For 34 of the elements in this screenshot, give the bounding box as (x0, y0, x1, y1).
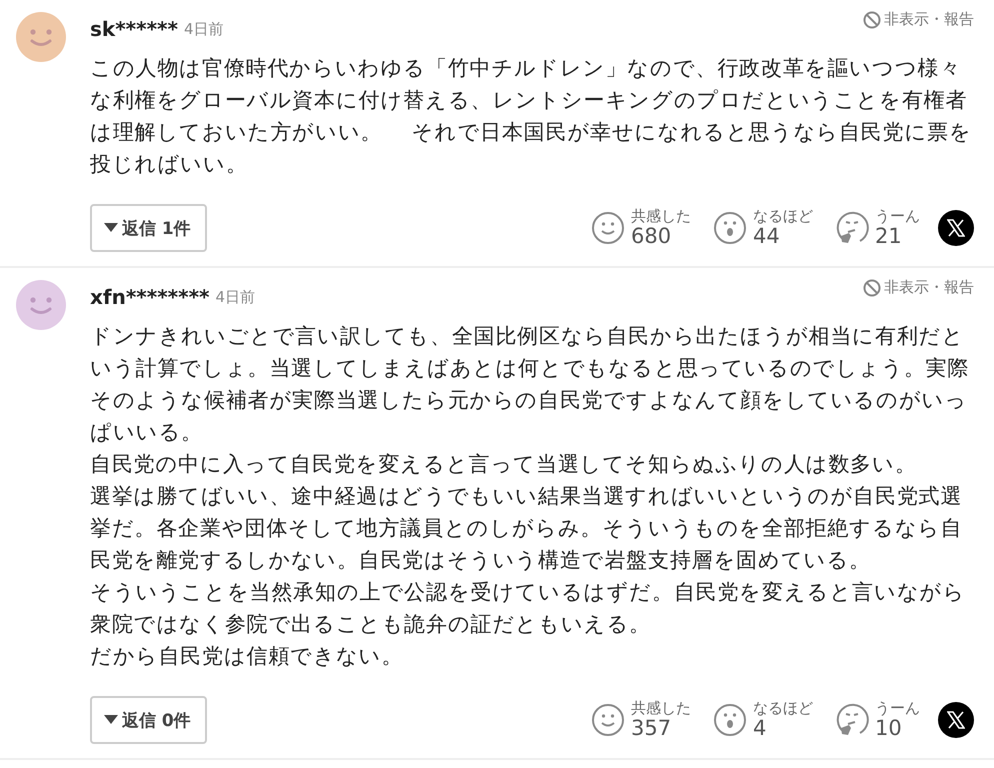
comment-text: だから自民党は信頼できない。 (90, 643, 404, 670)
caret-icon (104, 223, 118, 233)
post-time: 4日前 (216, 288, 256, 306)
thinking-face-icon (835, 703, 869, 737)
comment-text: この人物は官僚時代からいわゆる「竹中チルドレン」なので、行政改革を謳いつつ様々な利権をグローバル資本に付け替える、レントシーキングのプロだということを有権者は理解しておいた方がいい。 それで日本国民が幸せになれると思うなら自民党に票を投じればいい。 (90, 55, 973, 178)
prohibited-icon (863, 10, 881, 28)
comment-text: そういうことを当然承知の上で公認を受けているはずだ。自民党を変えると言いながら衆院ではなく参院で出ることも詭弁の証だともいえる。 (90, 579, 966, 638)
smile-icon (591, 703, 625, 737)
replies-button[interactable]: 返信 0件 (90, 696, 207, 744)
share-button[interactable] (938, 210, 974, 246)
smile-icon (591, 211, 625, 245)
prohibited-icon (863, 278, 881, 296)
reaction-button[interactable]: 共感した 680 (591, 208, 691, 248)
reaction-button[interactable]: なるほど 44 (713, 208, 813, 248)
x-logo-icon (947, 711, 965, 729)
post-time: 4日前 (184, 20, 224, 38)
x-logo-icon (947, 219, 965, 237)
user-name: sk****** (90, 17, 178, 41)
share-button[interactable] (938, 702, 974, 738)
reaction-button[interactable]: うーん 10 (835, 700, 920, 740)
user-name: xfn******** (90, 285, 210, 309)
reaction-button[interactable]: うーん 21 (835, 208, 920, 248)
hide-report-link[interactable]: 非表示・報告 (863, 278, 974, 297)
caret-icon (104, 715, 118, 725)
thinking-face-icon (835, 211, 869, 245)
comment-text: ドンナきれいごとで言い訳しても、全国比例区なら自民から出たほうが相当に有利だという計算でしょ。当選してしまえばあとは何とでもなると思っているのでしょう。実際そのような候補者が実際当選したら元からの自民党ですよなんて顔をしているのがいっぱいいる。 (90, 323, 970, 446)
surprised-face-icon (713, 211, 747, 245)
comment-text: 選挙は勝てばいい、途中経過はどうでもいい結果当選すればいいというのが自民党式選挙だ。各企業や団体そして地方議員とのしがらみ。そういうものを全部拒絶するなら自民党を離党するしかない。自民党はそういう構造で岩盤支持層を固めている。 (90, 483, 964, 574)
hide-report-link[interactable]: 非表示・報告 (863, 10, 974, 29)
reaction-button[interactable]: なるほど 4 (713, 700, 813, 740)
surprised-face-icon (713, 703, 747, 737)
comment-text: 自民党の中に入って自民党を変えると言って当選してそ知らぬふりの人は数多い。 (90, 451, 918, 478)
replies-button[interactable]: 返信 1件 (90, 204, 207, 252)
reaction-button[interactable]: 共感した 357 (591, 700, 691, 740)
